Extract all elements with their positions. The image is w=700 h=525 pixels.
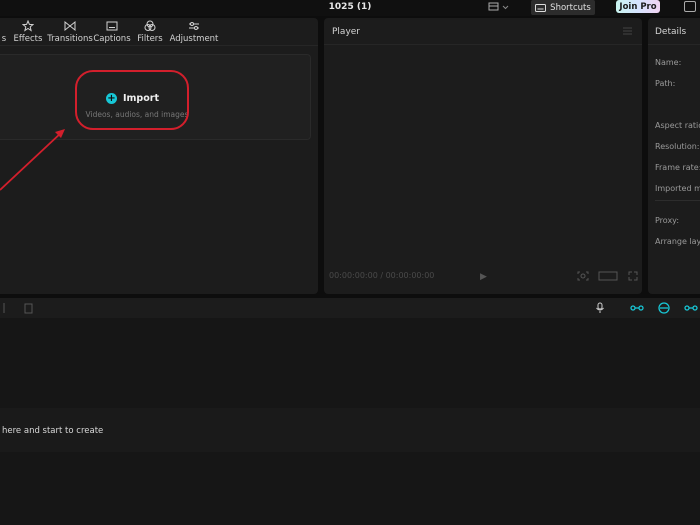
play-icon[interactable]: ▶ bbox=[480, 272, 487, 282]
import-button[interactable]: + Import bbox=[106, 91, 159, 105]
shortcuts-label: Shortcuts bbox=[550, 2, 591, 13]
import-label: Import bbox=[123, 92, 159, 104]
window-control-icon[interactable] bbox=[684, 1, 696, 12]
red-arrow-annotation bbox=[0, 129, 65, 191]
main-track-magnet-icon[interactable] bbox=[630, 302, 644, 314]
detail-label-aspect-ratio: Aspect ratio: bbox=[655, 121, 700, 130]
fit-screen-icon[interactable] bbox=[577, 271, 589, 281]
delete-icon[interactable] bbox=[24, 302, 33, 314]
details-separator-line bbox=[655, 200, 700, 201]
linkage-icon[interactable] bbox=[684, 302, 698, 314]
fullscreen-icon[interactable] bbox=[628, 271, 638, 281]
window-title: 1025 (1) bbox=[328, 2, 372, 12]
join-pro-button[interactable]: Join Pro bbox=[616, 0, 660, 13]
toolbar-tab-label: Effects bbox=[13, 34, 43, 44]
toolbar-tab-label: Adjustment bbox=[169, 34, 219, 44]
auto-snapping-icon[interactable] bbox=[657, 302, 671, 314]
player-panel bbox=[324, 18, 642, 294]
layout-switch-button[interactable] bbox=[488, 2, 512, 13]
split-icon[interactable] bbox=[1, 302, 7, 314]
transitions-bowtie-icon bbox=[64, 20, 76, 32]
import-subtitle: Videos, audios, and images bbox=[85, 110, 189, 119]
toolbar-tab-label: Captions bbox=[93, 34, 131, 44]
adjustment-sliders-icon bbox=[189, 22, 199, 30]
menu-icon[interactable] bbox=[623, 27, 632, 35]
timeline-hint-text: here and start to create bbox=[2, 426, 104, 436]
aspect-ratio-icon[interactable] bbox=[598, 271, 618, 281]
layout-icon bbox=[488, 2, 509, 11]
toolbar-tab-transitions[interactable]: Transitions bbox=[47, 20, 93, 44]
keyboard-icon bbox=[535, 3, 547, 12]
toolbar-tab-filters[interactable]: Filters bbox=[137, 20, 163, 44]
plus-icon: + bbox=[106, 92, 117, 104]
detail-label-frame-rate: Frame rate: bbox=[655, 163, 700, 172]
toolbar-tab-label: Transitions bbox=[47, 34, 93, 44]
filters-circles-icon bbox=[144, 20, 156, 31]
effects-star-icon bbox=[22, 20, 34, 32]
details-divider bbox=[648, 44, 700, 45]
toolbar-tab-label: Filters bbox=[137, 34, 163, 44]
detail-label-resolution: Resolution: bbox=[655, 142, 700, 151]
player-title: Player bbox=[332, 27, 361, 37]
captions-icon bbox=[106, 21, 118, 31]
toolbar-tab-adjustment[interactable]: Adjustment bbox=[169, 20, 219, 44]
detail-label-imported-media: Imported media: bbox=[655, 184, 700, 193]
detail-label-name: Name: bbox=[655, 58, 682, 67]
detail-label-path: Path: bbox=[655, 79, 676, 88]
timeline-drop-track[interactable] bbox=[0, 408, 700, 452]
shortcuts-button[interactable]: Shortcuts bbox=[531, 0, 595, 15]
toolbar-tab-captions[interactable]: Captions bbox=[93, 20, 131, 44]
media-toolbar-divider bbox=[0, 45, 318, 46]
player-divider bbox=[324, 44, 642, 45]
toolbar-tab-media[interactable]: s bbox=[0, 20, 8, 44]
detail-label-arrange-layers: Arrange layers: bbox=[655, 237, 700, 246]
player-timecode: 00:00:00:00 / 00:00:00:00 bbox=[329, 271, 435, 280]
details-title: Details bbox=[655, 27, 687, 37]
microphone-icon[interactable] bbox=[595, 302, 605, 314]
toolbar-tab-label: s bbox=[1, 34, 7, 44]
detail-label-proxy: Proxy: bbox=[655, 216, 680, 225]
toolbar-tab-effects[interactable]: Effects bbox=[14, 20, 42, 44]
